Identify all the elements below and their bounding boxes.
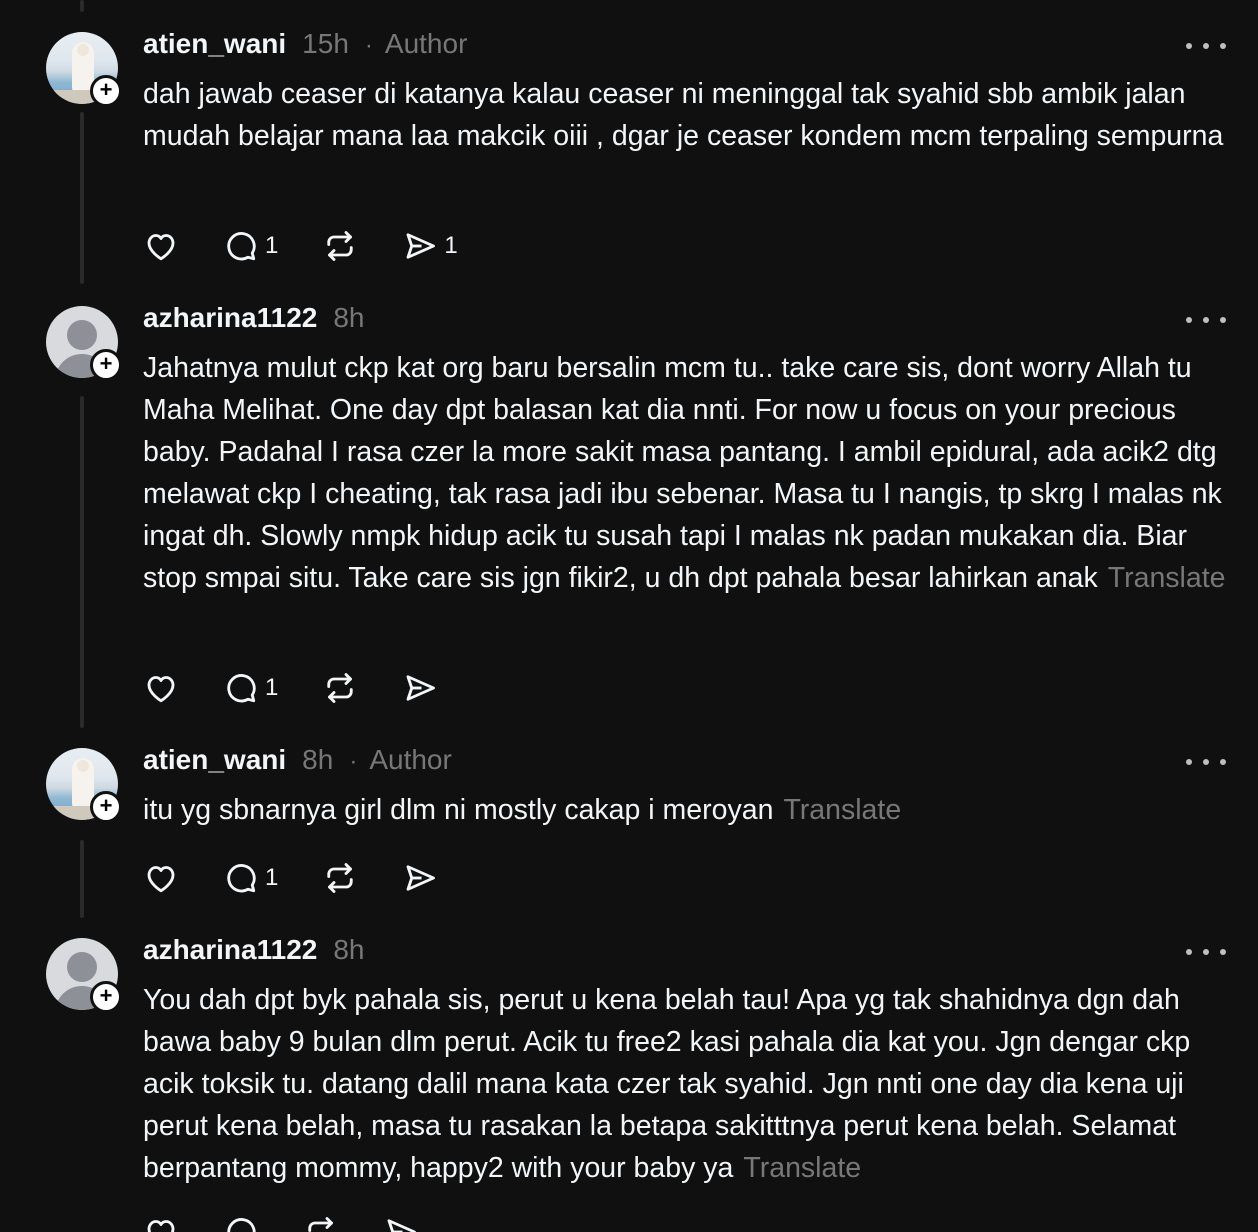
send-icon <box>387 1219 416 1232</box>
separator: · <box>349 748 358 775</box>
like-button[interactable] <box>143 1214 179 1232</box>
follow-button[interactable]: + <box>90 75 122 107</box>
send-icon <box>406 233 436 259</box>
avatar[interactable]: + <box>46 32 122 107</box>
share-button[interactable]: 1 <box>402 228 458 264</box>
more-options-button[interactable] <box>1186 752 1226 772</box>
thread-line <box>80 840 84 918</box>
send-icon <box>406 865 436 891</box>
post-actions: 1 <box>143 858 482 898</box>
post-text: itu yg sbnarnya girl dlm ni mostly cakap… <box>143 794 902 826</box>
more-options-button[interactable] <box>1186 36 1226 56</box>
share-button[interactable] <box>383 1214 419 1232</box>
follow-button[interactable]: + <box>90 349 122 381</box>
post-text: You dah dpt byk pahala sis, perut u kena… <box>143 984 1191 1184</box>
reply-button[interactable]: 1 <box>223 670 278 706</box>
thread-line <box>80 112 84 284</box>
like-button[interactable] <box>143 670 179 706</box>
repost-button[interactable] <box>303 1214 339 1232</box>
username[interactable]: atien_wani <box>143 28 286 60</box>
post-actions: 1 <box>143 668 482 708</box>
username[interactable]: azharina1122 <box>143 302 317 334</box>
reply-button[interactable]: 1 <box>223 860 278 896</box>
post-header: atien_wani 8h · Author <box>143 744 452 780</box>
plus-icon: + <box>99 983 113 1008</box>
repost-button[interactable] <box>322 860 358 896</box>
repost-icon <box>327 231 354 261</box>
thread-line <box>80 0 84 12</box>
translate-link[interactable]: Translate <box>1108 562 1226 594</box>
author-badge: Author <box>369 744 452 775</box>
reply-button[interactable]: 1 <box>223 228 278 264</box>
comment-icon <box>227 674 256 703</box>
avatar[interactable]: + <box>46 306 122 381</box>
post-actions: 1 1 <box>143 226 502 266</box>
heart-icon <box>147 234 175 261</box>
comment-icon <box>227 1218 256 1232</box>
author-badge: Author <box>384 28 468 59</box>
share-button[interactable] <box>402 670 438 706</box>
more-options-button[interactable] <box>1186 310 1226 330</box>
repost-icon <box>327 673 354 703</box>
share-count: 1 <box>444 232 458 259</box>
repost-button[interactable] <box>322 228 358 264</box>
post-header: azharina1122 8h <box>143 934 365 970</box>
username[interactable]: atien_wani <box>143 744 286 776</box>
send-icon <box>406 675 436 701</box>
thread-line <box>80 396 84 728</box>
timestamp[interactable]: 8h <box>302 744 333 776</box>
plus-icon: + <box>99 351 113 376</box>
post-header: azharina1122 8h <box>143 302 365 338</box>
repost-button[interactable] <box>322 670 358 706</box>
like-button[interactable] <box>143 860 179 896</box>
heart-icon <box>147 866 175 893</box>
share-button[interactable] <box>402 860 438 896</box>
reply-count: 1 <box>265 232 279 259</box>
repost-icon <box>308 1217 333 1232</box>
timestamp[interactable]: 8h <box>333 934 364 966</box>
avatar[interactable]: + <box>46 748 122 823</box>
avatar[interactable]: + <box>46 938 122 1013</box>
comment-icon <box>227 864 256 893</box>
heart-icon <box>147 676 175 703</box>
post-header: atien_wani 15h · Author <box>143 28 467 64</box>
reply-count: 1 <box>265 864 279 891</box>
reply-count: 1 <box>265 674 279 701</box>
plus-icon: + <box>99 793 113 818</box>
post-actions <box>143 1212 463 1232</box>
follow-button[interactable]: + <box>90 791 122 823</box>
post-text: Jahatnya mulut ckp kat org baru bersalin… <box>143 352 1226 594</box>
translate-link[interactable]: Translate <box>783 794 901 826</box>
plus-icon: + <box>99 77 113 102</box>
separator: · <box>364 32 373 59</box>
repost-icon <box>327 863 354 893</box>
username[interactable]: azharina1122 <box>143 934 317 966</box>
translate-link[interactable]: Translate <box>743 1152 861 1184</box>
timestamp[interactable]: 15h <box>302 28 349 60</box>
post-text: dah jawab ceaser di katanya kalau ceaser… <box>143 78 1224 152</box>
comment-icon <box>227 232 256 261</box>
reply-button[interactable] <box>223 1214 259 1232</box>
heart-icon <box>147 1220 175 1232</box>
follow-button[interactable]: + <box>90 981 122 1013</box>
more-options-button[interactable] <box>1186 942 1226 962</box>
like-button[interactable] <box>143 228 179 264</box>
timestamp[interactable]: 8h <box>333 302 364 334</box>
